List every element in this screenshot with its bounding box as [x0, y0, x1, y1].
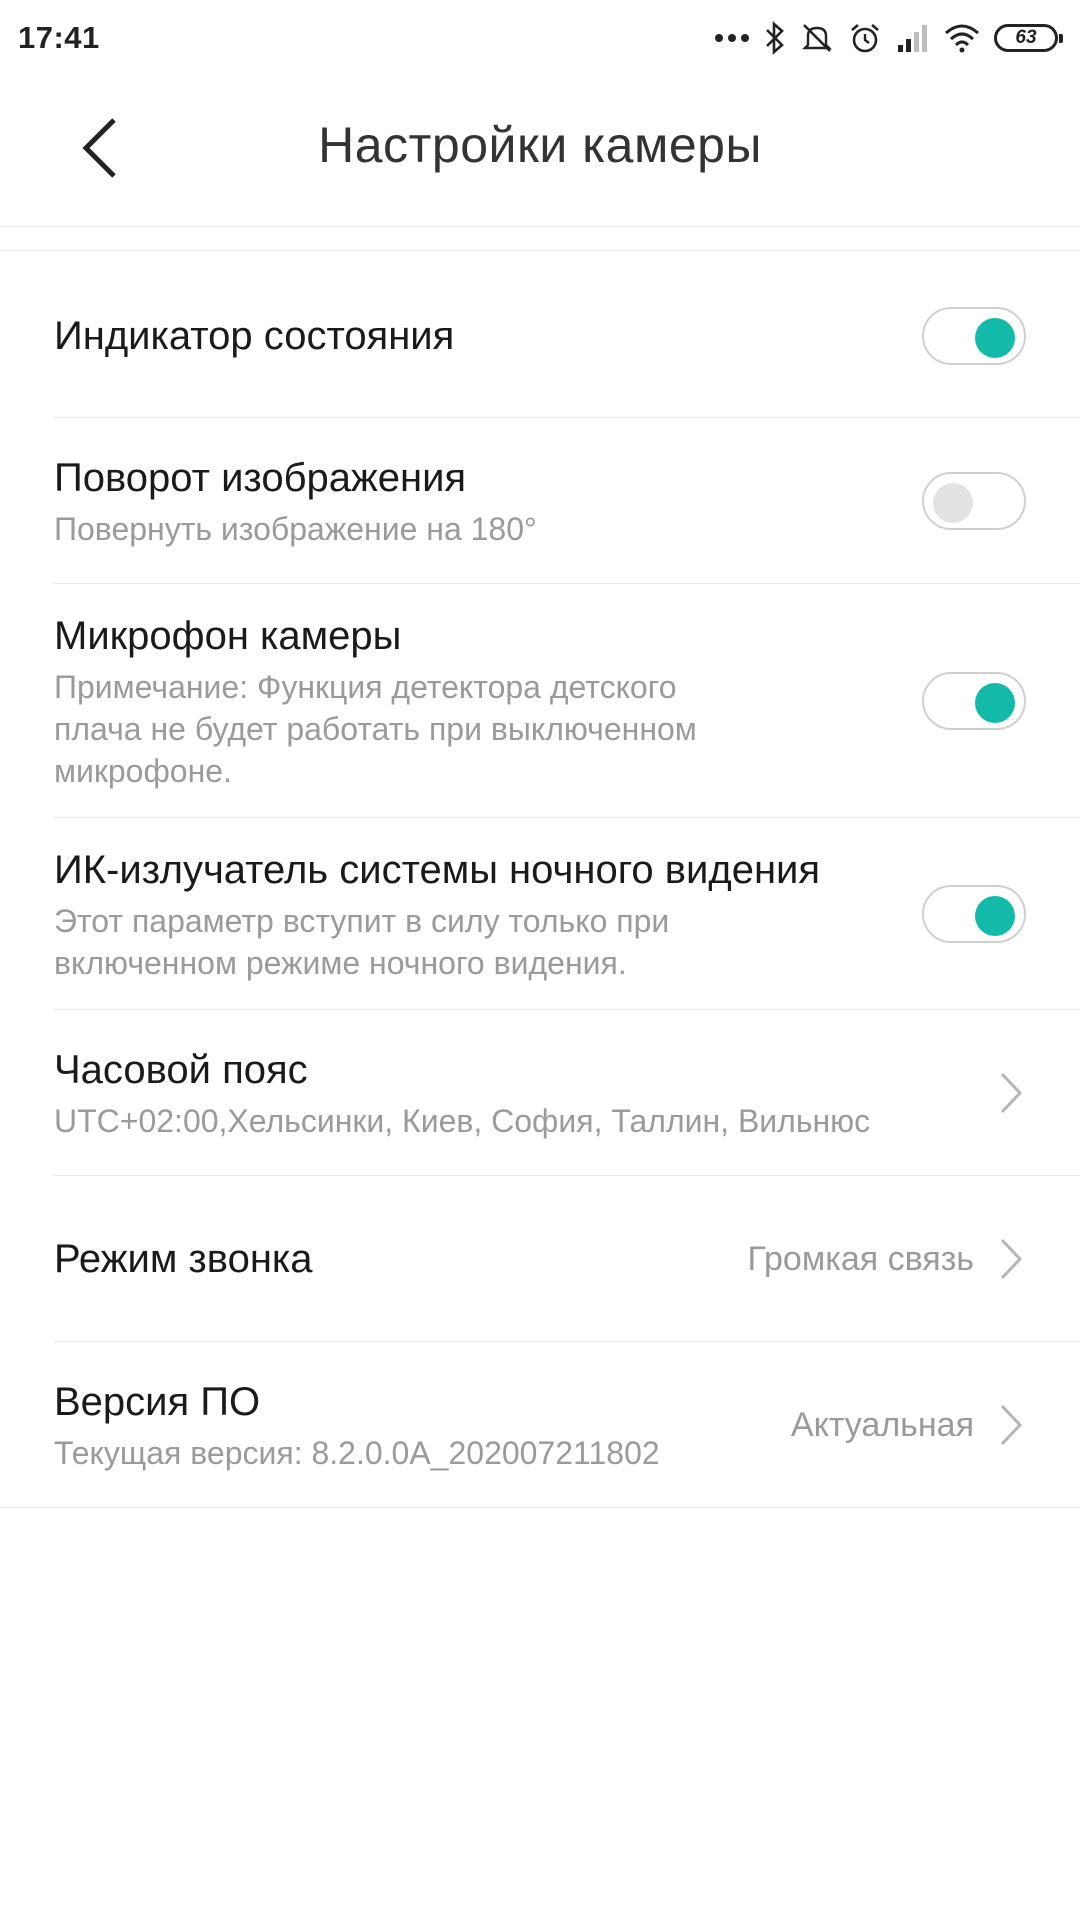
setting-title: Индикатор состояния: [54, 314, 455, 358]
toggle-knob: [975, 683, 1015, 723]
image-rotation-toggle[interactable]: [922, 472, 1026, 530]
setting-title: Режим звонка: [54, 1237, 313, 1281]
divider: [0, 1507, 1080, 1508]
toggle-knob: [975, 318, 1015, 358]
battery-icon: 63: [994, 24, 1063, 52]
toggle-knob: [933, 483, 973, 523]
setting-value: Громкая связь: [747, 1239, 974, 1278]
wifi-icon: [944, 23, 980, 53]
setting-title: Версия ПО: [54, 1380, 261, 1424]
status-bar: 17:41 63: [0, 0, 1080, 76]
divider: [0, 226, 1080, 227]
setting-value: Актуальная: [790, 1405, 974, 1444]
setting-title: ИК-излучатель системы ночного видения: [54, 848, 821, 892]
chevron-right-icon: [996, 1234, 1026, 1284]
setting-title: Поворот изображения: [54, 456, 467, 500]
setting-subtitle-line: включенном режиме ночного видения.: [54, 945, 627, 981]
setting-subtitle: UTC+02:00,Хельсинки, Киев, София, Таллин…: [54, 1103, 871, 1139]
setting-title: Микрофон камеры: [54, 614, 402, 658]
settings-list: Индикатор состояния Поворот изображения …: [0, 254, 1080, 1508]
chevron-right-icon: [996, 1400, 1026, 1450]
status-indicator-toggle[interactable]: [922, 307, 1026, 365]
setting-subtitle: Текущая версия: 8.2.0.0A_202007211802: [54, 1435, 660, 1471]
setting-subtitle-line: плача не будет работать при выключенном: [54, 711, 697, 747]
signal-icon: [896, 23, 930, 53]
setting-subtitle-line: Примечание: Функция детектора детского: [54, 669, 677, 705]
setting-firmware[interactable]: Версия ПО Текущая версия: 8.2.0.0A_20200…: [0, 1342, 1080, 1508]
status-icons: 63: [714, 21, 1063, 55]
setting-ring-mode[interactable]: Режим звонка Громкая связь: [0, 1176, 1080, 1342]
bluetooth-icon: [764, 21, 786, 55]
setting-subtitle-line: микрофоне.: [54, 753, 232, 789]
ir-emitter-toggle[interactable]: [922, 885, 1026, 943]
setting-status-indicator[interactable]: Индикатор состояния: [0, 254, 1080, 418]
mute-icon: [800, 21, 834, 55]
alarm-icon: [848, 21, 882, 55]
setting-timezone[interactable]: Часовой пояс UTC+02:00,Хельсинки, Киев, …: [0, 1010, 1080, 1176]
setting-subtitle: Повернуть изображение на 180°: [54, 511, 537, 547]
chevron-right-icon: [996, 1068, 1026, 1118]
page-title: Настройки камеры: [318, 117, 762, 173]
toggle-knob: [975, 896, 1015, 936]
setting-title: Часовой пояс: [54, 1048, 308, 1092]
setting-camera-mic[interactable]: Микрофон камеры Примечание: Функция дете…: [0, 584, 1080, 818]
title-bar: Настройки камеры: [0, 76, 1080, 228]
setting-subtitle-line: Этот параметр вступит в силу только при: [54, 903, 670, 939]
more-dots-icon: [714, 33, 750, 43]
setting-image-rotation[interactable]: Поворот изображения Повернуть изображени…: [0, 418, 1080, 584]
setting-ir-emitter[interactable]: ИК-излучатель системы ночного видения Эт…: [0, 818, 1080, 1010]
divider: [0, 250, 1080, 251]
status-time: 17:41: [18, 20, 100, 55]
camera-mic-toggle[interactable]: [922, 672, 1026, 730]
